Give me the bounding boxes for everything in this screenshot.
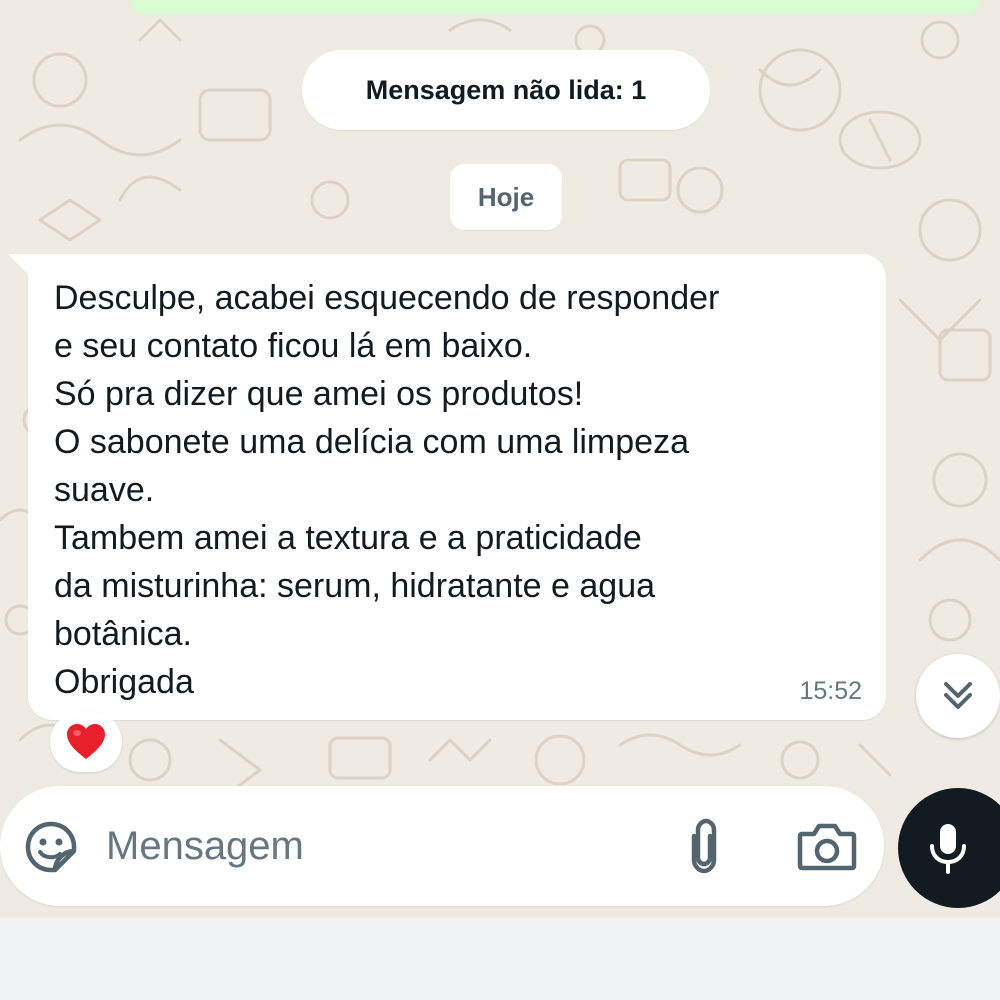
sticker-button[interactable] (24, 820, 78, 874)
previous-outgoing-bubble (130, 0, 980, 14)
message-timestamp: 15:52 (799, 677, 862, 705)
message-line: Tambem amei a textura e a praticidade (54, 519, 642, 557)
paperclip-icon (691, 818, 717, 874)
camera-button[interactable] (796, 820, 858, 874)
unread-banner-text: Mensagem não lida: 1 (365, 74, 647, 105)
unread-messages-banner: Mensagem não lida: 1 (302, 50, 710, 130)
message-line: e seu contato ficou lá em baixo. (54, 327, 533, 365)
date-separator-label: Hoje (477, 181, 535, 212)
message-line: suave. (54, 471, 155, 509)
message-line: da misturinha: serum, hidratante e agua (54, 567, 656, 605)
chevron-double-down-icon (944, 682, 972, 709)
message-line: O sabonete uma delícia com uma limpeza (54, 423, 689, 461)
sticker-icon (25, 821, 77, 873)
message-line: Obrigada (54, 663, 194, 701)
message-line: botânica. (54, 615, 192, 653)
incoming-message-bubble[interactable]: Desculpe, acabei esquecendo de responder… (28, 254, 886, 720)
camera-icon (797, 823, 857, 871)
message-reaction[interactable] (50, 712, 122, 772)
message-composer (0, 786, 884, 906)
attach-button[interactable] (680, 816, 728, 878)
mic-icon (930, 824, 966, 874)
chat-background: Mensagem não lida: 1 Hoje Desculpe, acab… (0, 0, 1000, 918)
message-bubble-tail (8, 254, 30, 276)
message-input[interactable] (106, 812, 646, 880)
heart-icon (67, 724, 105, 759)
message-line: Desculpe, acabei esquecendo de responder (54, 279, 720, 317)
scroll-to-bottom-button[interactable] (916, 654, 1000, 738)
message-line: Só pra dizer que amei os produtos! (54, 375, 584, 413)
message-text: Desculpe, acabei esquecendo de responder… (54, 274, 854, 706)
date-separator: Hoje (450, 164, 562, 230)
system-navigation-area (0, 918, 1000, 1000)
